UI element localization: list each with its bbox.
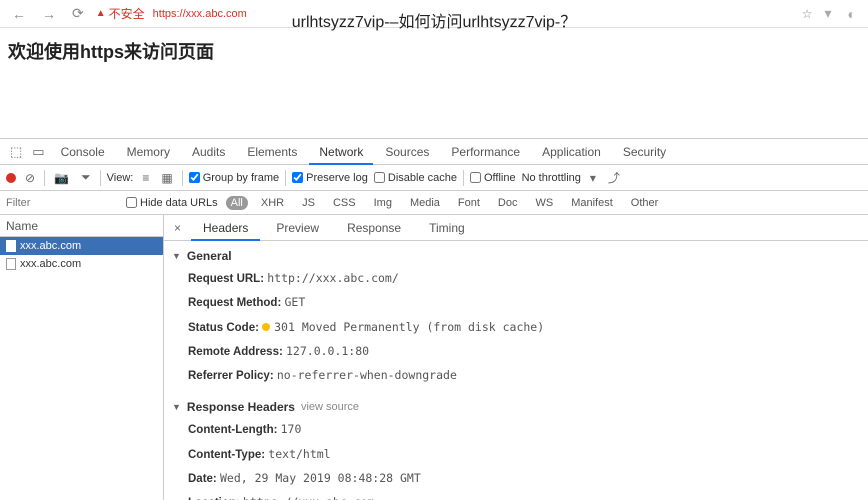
inspect-icon[interactable]: ⬚ (6, 144, 26, 160)
document-icon (6, 258, 16, 270)
group-by-frame-checkbox[interactable]: Group by frame (189, 172, 279, 184)
column-header-name[interactable]: Name (0, 215, 163, 237)
device-toggle-icon[interactable]: ▭ (28, 144, 48, 160)
tab-console[interactable]: Console (51, 139, 115, 165)
filter-ws[interactable]: WS (530, 196, 558, 210)
remote-address-label: Remote Address: (188, 346, 283, 358)
filter-font[interactable]: Font (453, 196, 485, 210)
detail-tab-headers[interactable]: Headers (191, 215, 260, 241)
detail-tabs: × Headers Preview Response Timing (164, 215, 868, 241)
tab-performance[interactable]: Performance (441, 139, 530, 165)
tab-application[interactable]: Application (532, 139, 611, 165)
general-section: General Request URL: http://xxx.abc.com/… (164, 241, 868, 392)
filter-img[interactable]: Img (369, 196, 397, 210)
view-source-link[interactable]: view source (301, 401, 359, 413)
filter-doc[interactable]: Doc (493, 196, 523, 210)
document-icon (6, 240, 16, 252)
detail-tab-preview[interactable]: Preview (264, 215, 331, 241)
tab-audits[interactable]: Audits (182, 139, 235, 165)
chevron-down-icon[interactable]: ▾ (587, 171, 599, 185)
upload-icon[interactable]: ⤴ (605, 169, 623, 186)
page-heading: 欢迎使用https来访问页面 (0, 28, 868, 74)
view-label: View: (107, 172, 134, 184)
detail-tab-response[interactable]: Response (335, 215, 413, 241)
insecure-badge[interactable]: 不安全 (96, 5, 145, 22)
general-header[interactable]: General (172, 245, 860, 267)
referrer-policy-label: Referrer Policy: (188, 370, 274, 382)
devtools-body: Name xxx.abc.com xxx.abc.com × Headers P… (0, 215, 868, 500)
bookmark-star-icon[interactable]: ☆ (802, 7, 813, 21)
remote-address-value: 127.0.0.1:80 (286, 344, 369, 358)
back-button[interactable]: ← (8, 6, 30, 22)
forward-button[interactable]: → (38, 6, 60, 22)
filter-all[interactable]: All (226, 196, 248, 210)
tab-security[interactable]: Security (613, 139, 676, 165)
filter-js[interactable]: JS (297, 196, 320, 210)
tab-memory[interactable]: Memory (117, 139, 180, 165)
hide-data-urls-checkbox[interactable]: Hide data URLs (126, 197, 218, 209)
network-toolbar: ⊘ 📷 ⏷ View: ≡ ▦ Group by frame Preserve … (0, 165, 868, 191)
tab-sources[interactable]: Sources (375, 139, 439, 165)
request-url-label: Request URL: (188, 273, 264, 285)
filter-css[interactable]: CSS (328, 196, 361, 210)
view-list-icon[interactable]: ≡ (139, 171, 152, 185)
extension-icon-1[interactable]: ▾ (821, 5, 836, 22)
status-dot-icon (262, 323, 270, 331)
address-bar[interactable]: https://xxx.abc.com (153, 8, 247, 20)
page-overlay-title: urlhtsyzz7vip-–如何访问urlhtsyzz7vip-？ (292, 8, 577, 32)
filter-manifest[interactable]: Manifest (566, 196, 618, 210)
preserve-log-checkbox[interactable]: Preserve log (292, 172, 368, 184)
request-list: Name xxx.abc.com xxx.abc.com (0, 215, 164, 500)
filter-icon[interactable]: ⏷ (78, 170, 94, 185)
filter-input[interactable] (6, 197, 118, 209)
status-code-label: Status Code: (188, 322, 259, 334)
reload-button[interactable]: ⟳ (68, 5, 88, 22)
camera-icon[interactable]: 📷 (51, 171, 72, 185)
response-headers-header[interactable]: Response Headers view source (172, 396, 860, 418)
disable-cache-checkbox[interactable]: Disable cache (374, 172, 457, 184)
request-row[interactable]: xxx.abc.com (0, 237, 163, 255)
throttling-select[interactable]: No throttling (522, 172, 581, 184)
request-row[interactable]: xxx.abc.com (0, 255, 163, 273)
devtools-panel: ⬚ ▭ Console Memory Audits Elements Netwo… (0, 138, 868, 500)
request-method-label: Request Method: (188, 297, 281, 309)
request-method-value: GET (284, 295, 305, 309)
filter-xhr[interactable]: XHR (256, 196, 289, 210)
extension-icon-2[interactable]: ◐ (844, 6, 860, 22)
filter-media[interactable]: Media (405, 196, 445, 210)
record-button[interactable] (6, 173, 16, 183)
tab-network[interactable]: Network (309, 139, 373, 165)
offline-checkbox[interactable]: Offline (470, 172, 516, 184)
tab-elements[interactable]: Elements (237, 139, 307, 165)
referrer-policy-value: no-referrer-when-downgrade (277, 368, 457, 382)
close-detail-button[interactable]: × (168, 221, 187, 235)
response-headers-section: Response Headers view source Content-Len… (164, 392, 868, 500)
devtools-tabs: ⬚ ▭ Console Memory Audits Elements Netwo… (0, 139, 868, 165)
detail-tab-timing[interactable]: Timing (417, 215, 477, 241)
request-url-value: http://xxx.abc.com/ (267, 271, 399, 285)
view-grid-icon[interactable]: ▦ (158, 171, 175, 185)
filter-other[interactable]: Other (626, 196, 664, 210)
clear-button[interactable]: ⊘ (22, 171, 38, 185)
status-code-value: 301 Moved Permanently (from disk cache) (274, 320, 544, 334)
filter-bar: Hide data URLs All XHR JS CSS Img Media … (0, 191, 868, 215)
request-detail: × Headers Preview Response Timing Genera… (164, 215, 868, 500)
